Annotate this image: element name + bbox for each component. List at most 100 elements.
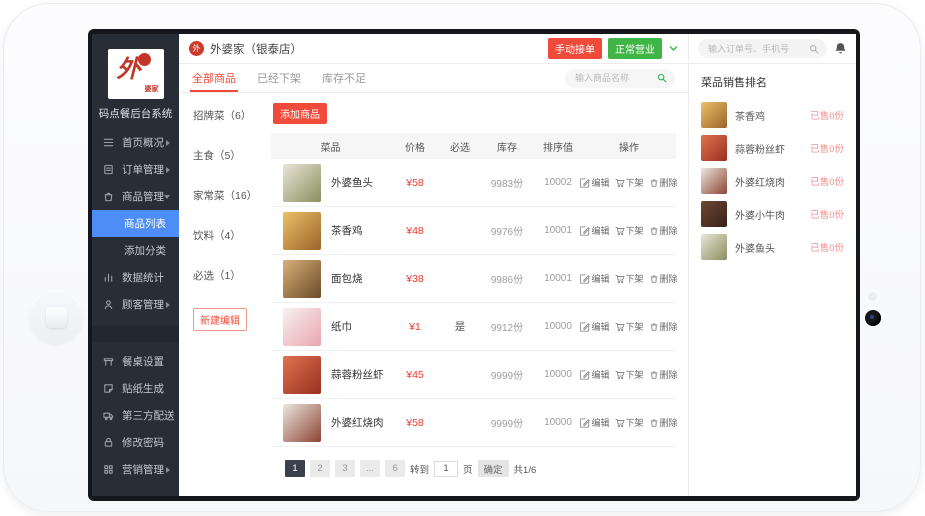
- screen-bezel: 外 婆家 码点餐后台系统 首页概况订单管理商品管理商品列表添加分类数据统计顾客管…: [88, 29, 860, 501]
- category-item[interactable]: 必选（1）: [193, 268, 267, 283]
- dish-required: 是: [440, 319, 480, 334]
- ranking-list: 茶香鸡 已售0份 蒜蓉粉丝虾 已售0份 外婆红烧肉 已售0份 外婆小牛肉 已售0…: [701, 102, 844, 260]
- offshelf-link[interactable]: 下架: [615, 320, 644, 333]
- category-item[interactable]: 招牌菜（6）: [193, 108, 267, 123]
- category-item[interactable]: 主食（5）: [193, 148, 267, 163]
- sidebar-item[interactable]: 顾客管理: [92, 291, 179, 318]
- order-search-input[interactable]: [706, 43, 805, 55]
- column-header: 价格: [390, 139, 440, 154]
- category-item[interactable]: 饮料（4）: [193, 228, 267, 243]
- offshelf-cart-icon: [615, 274, 625, 284]
- trash-icon: [649, 178, 659, 188]
- offshelf-link[interactable]: 下架: [615, 368, 644, 381]
- pagination: 123...6 转到 页 确定 共1/6: [285, 460, 676, 487]
- add-product-button[interactable]: 添加商品: [273, 103, 327, 124]
- business-status-button[interactable]: 正常营业: [608, 38, 662, 59]
- edit-link[interactable]: 编辑: [580, 224, 609, 237]
- edit-link[interactable]: 编辑: [580, 176, 609, 189]
- edit-icon: [580, 178, 590, 188]
- home-icon: [103, 137, 115, 148]
- sidebar-item[interactable]: 第三方配送: [92, 402, 179, 429]
- column-header: 必选: [440, 139, 480, 154]
- product-search[interactable]: [565, 69, 675, 88]
- sidebar-item-label: 贴纸生成: [122, 381, 164, 396]
- sidebar-item-label: 商品列表: [124, 216, 166, 231]
- table-row: 茶香鸡 ¥48 9976份 10001 编辑 下架 删除: [271, 207, 676, 255]
- delete-link[interactable]: 删除: [649, 368, 678, 381]
- chevron-right-icon: [166, 302, 170, 308]
- camera-lens: [865, 310, 881, 326]
- edit-link[interactable]: 编辑: [580, 368, 609, 381]
- edit-icon: [580, 418, 590, 428]
- dish-stock: 9976份: [480, 223, 534, 238]
- order-search[interactable]: [698, 39, 827, 58]
- new-edit-button[interactable]: 新建编辑: [193, 308, 247, 331]
- dish-cell: 外婆鱼头: [271, 164, 390, 202]
- sidebar-item[interactable]: 商品列表: [92, 210, 179, 237]
- page-button[interactable]: 6: [385, 460, 405, 477]
- dish-sort-value: 10000: [534, 321, 582, 332]
- brand-logo: 外 婆家: [108, 49, 164, 99]
- tab-off-shelf[interactable]: 已经下架: [257, 64, 301, 92]
- sidebar-item[interactable]: 营销管理: [92, 456, 179, 483]
- sidebar-item[interactable]: 修改密码: [92, 429, 179, 456]
- tab-low-stock[interactable]: 库存不足: [322, 64, 366, 92]
- row-actions: 编辑 下架 删除: [582, 368, 676, 381]
- sidebar-item[interactable]: 餐桌设置: [92, 348, 179, 375]
- system-title: 码点餐后台系统: [92, 106, 179, 121]
- page-button[interactable]: 3: [335, 460, 355, 477]
- product-table-area: 添加商品 菜品价格必选库存排序值操作 外婆鱼头 ¥58 9983份 10002 …: [267, 93, 688, 496]
- sidebar-menu-secondary: 餐桌设置贴纸生成第三方配送修改密码营销管理: [92, 342, 179, 483]
- category-item[interactable]: 家常菜（16）: [193, 188, 267, 203]
- delete-link[interactable]: 删除: [649, 272, 678, 285]
- dish-photo: [283, 356, 321, 394]
- edit-icon: [580, 322, 590, 332]
- status-chevron-down-icon[interactable]: [668, 43, 679, 54]
- sidebar-item[interactable]: 添加分类: [92, 237, 179, 264]
- search-icon[interactable]: [657, 73, 667, 83]
- sidebar-item[interactable]: 数据统计: [92, 264, 179, 291]
- bell-icon[interactable]: [834, 42, 847, 55]
- sidebar-item[interactable]: 贴纸生成: [92, 375, 179, 402]
- chevron-right-icon: [166, 467, 170, 473]
- dish-stock: 9999份: [480, 415, 534, 430]
- dish-cell: 茶香鸡: [271, 212, 390, 250]
- delete-link[interactable]: 删除: [649, 320, 678, 333]
- table-header: 菜品价格必选库存排序值操作: [271, 133, 676, 159]
- delete-link[interactable]: 删除: [649, 416, 678, 429]
- ranking-item: 蒜蓉粉丝虾 已售0份: [701, 135, 844, 161]
- confirm-page-button[interactable]: 确定: [478, 460, 509, 477]
- dish-name: 茶香鸡: [735, 108, 810, 123]
- tab-all-products[interactable]: 全部商品: [192, 64, 236, 92]
- edit-icon: [580, 226, 590, 236]
- product-search-input[interactable]: [573, 72, 653, 84]
- delete-link[interactable]: 删除: [649, 176, 678, 189]
- search-icon[interactable]: [809, 44, 819, 54]
- dish-stock: 9999份: [480, 367, 534, 382]
- marketing-icon: [103, 464, 115, 475]
- page-button[interactable]: 2: [310, 460, 330, 477]
- manual-order-button[interactable]: 手动接单: [548, 38, 602, 59]
- dish-name: 外婆鱼头: [735, 240, 810, 255]
- edit-link[interactable]: 编辑: [580, 272, 609, 285]
- ranking-item: 外婆红烧肉 已售0份: [701, 168, 844, 194]
- sidebar: 外 婆家 码点餐后台系统 首页概况订单管理商品管理商品列表添加分类数据统计顾客管…: [92, 34, 179, 496]
- sales-ranking-panel: 菜品销售排名 茶香鸡 已售0份 蒜蓉粉丝虾 已售0份 外婆红烧肉 已售0份 外婆…: [688, 64, 856, 496]
- sidebar-item[interactable]: 首页概况: [92, 129, 179, 156]
- camera-dot: [868, 292, 877, 301]
- offshelf-link[interactable]: 下架: [615, 224, 644, 237]
- offshelf-link[interactable]: 下架: [615, 272, 644, 285]
- chevron-right-icon: [166, 167, 170, 173]
- dish-stock: 9986份: [480, 271, 534, 286]
- delete-link[interactable]: 删除: [649, 224, 678, 237]
- edit-link[interactable]: 编辑: [580, 320, 609, 333]
- offshelf-link[interactable]: 下架: [615, 416, 644, 429]
- edit-link[interactable]: 编辑: [580, 416, 609, 429]
- offshelf-link[interactable]: 下架: [615, 176, 644, 189]
- sidebar-item[interactable]: 订单管理: [92, 156, 179, 183]
- row-actions: 编辑 下架 删除: [582, 176, 676, 189]
- page-button[interactable]: 1: [285, 460, 305, 477]
- page-number-input[interactable]: [434, 461, 458, 477]
- page-button[interactable]: ...: [360, 460, 380, 477]
- sidebar-item[interactable]: 商品管理: [92, 183, 179, 210]
